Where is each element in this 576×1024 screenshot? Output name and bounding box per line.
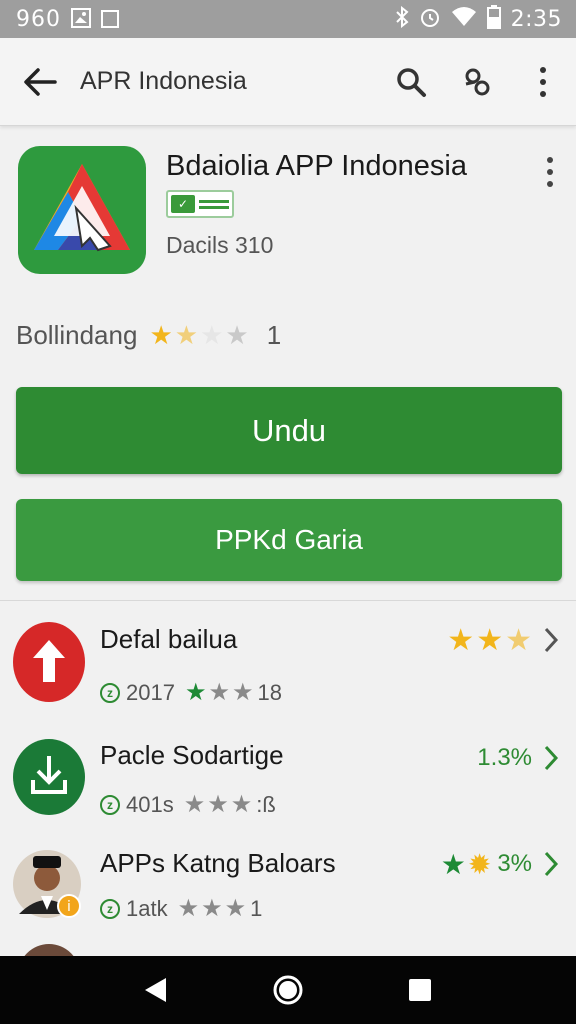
star-full-icon: ★ bbox=[476, 623, 504, 657]
list-item-right: ★ ★ ★ bbox=[447, 620, 564, 660]
check-icon: ✓ bbox=[171, 195, 195, 213]
star-grey-icon: ★ bbox=[177, 895, 200, 922]
battery-icon bbox=[486, 5, 501, 33]
verified-badge: ✓ bbox=[166, 190, 234, 218]
nav-home-button[interactable] bbox=[258, 960, 318, 1020]
app-logo-icon bbox=[18, 146, 146, 274]
nav-back-button[interactable] bbox=[126, 960, 186, 1020]
list-item-meta: z 401s ★ ★ ★ :ß bbox=[100, 790, 276, 819]
star-grey-icon: ★ bbox=[230, 791, 253, 818]
list-item-meta: z 1atk ★ ★ ★ 1 bbox=[100, 894, 262, 923]
list-item-right: 1.3% bbox=[477, 738, 564, 778]
avatar-icon bbox=[18, 944, 80, 956]
rating-stars: ★ ★ ★ ★ bbox=[149, 320, 248, 351]
rating-row: Bollindang ★ ★ ★ ★ 1 bbox=[16, 320, 281, 351]
list-item-percent: 3% bbox=[497, 850, 532, 877]
list-item-percent: 1.3% bbox=[477, 744, 532, 771]
list-item-meta: z 2017 ★ ★ ★ 18 bbox=[100, 678, 282, 707]
share-button[interactable] bbox=[444, 38, 510, 126]
star-grey-icon: ★ bbox=[183, 791, 206, 818]
search-button[interactable] bbox=[378, 38, 444, 126]
star-full-icon: ★ bbox=[149, 320, 173, 350]
more-options-button[interactable] bbox=[510, 38, 576, 126]
badge-lines bbox=[199, 199, 229, 209]
list-item[interactable]: Defal bailua z 2017 ★ ★ ★ 18 ★ ★ ★ bbox=[0, 622, 576, 732]
list-item-rating: ★ ★ ★ bbox=[447, 623, 532, 658]
star-half-icon: ★ bbox=[174, 320, 199, 350]
sunburst-icon: ✹ bbox=[467, 848, 492, 880]
chevron-right-icon[interactable] bbox=[538, 620, 564, 660]
status-time: 2:35 bbox=[510, 6, 562, 32]
app-more-button[interactable] bbox=[534, 152, 566, 192]
list-item-meta-text: 1atk bbox=[126, 895, 168, 921]
recents-square-icon bbox=[409, 979, 431, 1001]
status-bar: 960 2:35 bbox=[0, 0, 576, 38]
red-upload-icon bbox=[13, 622, 85, 702]
nav-recents-button[interactable] bbox=[390, 960, 450, 1020]
star-green-icon: ★ bbox=[184, 679, 207, 706]
bluetooth-icon bbox=[395, 5, 409, 32]
list-item-stars: ★ ★ ★ bbox=[178, 894, 247, 923]
list-item-stars: ★ ★ ★ bbox=[184, 790, 253, 819]
app-bar-title: APR Indonesia bbox=[80, 67, 247, 95]
status-left: 960 bbox=[16, 7, 119, 32]
star-empty-icon: ★ bbox=[200, 320, 224, 350]
back-triangle-icon bbox=[145, 978, 166, 1002]
more-vert-icon bbox=[540, 66, 546, 97]
star-grey-icon: ★ bbox=[231, 679, 254, 706]
search-icon bbox=[397, 67, 426, 97]
status-right: 2:35 bbox=[395, 5, 562, 33]
star-full-icon: ★ bbox=[447, 623, 475, 657]
green-download-icon bbox=[13, 738, 85, 816]
secondary-action-button[interactable]: PPKd Garia bbox=[16, 499, 562, 581]
star-grey-icon: ★ bbox=[208, 679, 230, 706]
square-icon bbox=[101, 10, 119, 28]
list-item-title: APPs Katng Baloars bbox=[100, 848, 336, 878]
list-item-title: Pacle Sodartige bbox=[100, 740, 284, 770]
alarm-icon bbox=[419, 6, 441, 32]
list-item-rating: ★ ✹ bbox=[441, 848, 492, 881]
back-button[interactable] bbox=[0, 38, 80, 126]
list-item-title: Defal bailua bbox=[100, 624, 238, 654]
star-empty-icon: ★ bbox=[225, 320, 249, 350]
list-item-meta-text: 2017 bbox=[126, 679, 175, 705]
svg-text:i: i bbox=[67, 899, 71, 915]
back-arrow-icon bbox=[24, 67, 57, 96]
install-button[interactable]: Undu bbox=[16, 387, 562, 474]
wifi-icon bbox=[451, 6, 477, 32]
rating-label: Bollindang bbox=[16, 320, 138, 350]
rating-count: 1 bbox=[266, 320, 282, 350]
list-item-partial[interactable] bbox=[0, 944, 576, 956]
list-item[interactable]: i APPs Katng Baloars z 1atk ★ ★ ★ 1 ★ ✹ … bbox=[0, 848, 576, 958]
star-green-icon: ★ bbox=[440, 848, 466, 880]
list-item-meta-suffix: 18 bbox=[257, 679, 282, 705]
list-item-meta-text: 401s bbox=[126, 791, 174, 817]
home-circle-icon bbox=[273, 975, 303, 1005]
meta-badge-icon: z bbox=[100, 794, 120, 815]
app-developer: Dacils 310 bbox=[166, 232, 274, 258]
app-name: Bdaiolia APP Indonesia bbox=[166, 150, 467, 182]
system-nav-bar bbox=[0, 956, 576, 1024]
image-icon bbox=[71, 7, 91, 31]
list-item-meta-suffix: :ß bbox=[256, 791, 276, 817]
status-left-text: 960 bbox=[16, 6, 61, 32]
meta-badge-icon: z bbox=[100, 898, 120, 919]
star-grey-icon: ★ bbox=[207, 791, 229, 818]
list-item-stars: ★ ★ ★ bbox=[185, 678, 254, 707]
list-item[interactable]: Pacle Sodartige z 401s ★ ★ ★ :ß 1.3% bbox=[0, 738, 576, 850]
meta-badge-icon: z bbox=[100, 682, 120, 703]
star-half-icon: ★ bbox=[505, 623, 532, 657]
section-divider bbox=[0, 600, 576, 601]
list-item-right: ★ ✹ 3% bbox=[441, 844, 564, 884]
avatar-icon: i bbox=[13, 848, 85, 920]
list-item-meta-suffix: 1 bbox=[250, 895, 263, 921]
chevron-right-icon[interactable] bbox=[538, 738, 564, 778]
star-grey-icon: ★ bbox=[201, 895, 223, 922]
chevron-right-icon[interactable] bbox=[538, 844, 564, 884]
share-icon bbox=[465, 68, 490, 95]
more-vert-icon bbox=[547, 157, 553, 187]
star-grey-icon: ★ bbox=[224, 895, 247, 922]
top-app-bar: APR Indonesia bbox=[0, 38, 576, 126]
